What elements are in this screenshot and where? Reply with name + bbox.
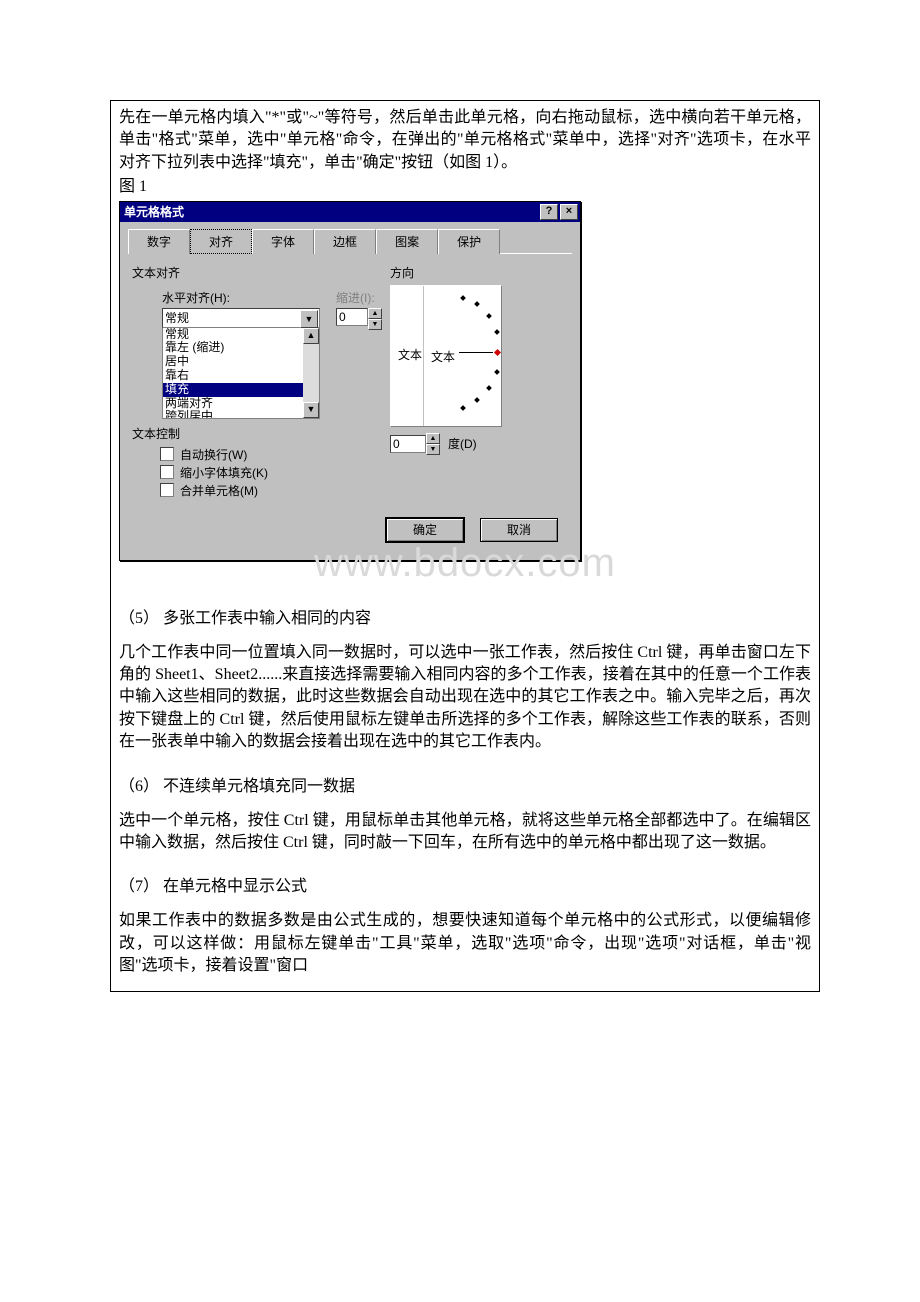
help-icon[interactable]: ? bbox=[540, 204, 558, 220]
orientation-preview[interactable]: 文本 文本 bbox=[390, 285, 502, 427]
degree-input[interactable]: 0 bbox=[390, 435, 426, 453]
dialog-titlebar[interactable]: 单元格格式 ? × bbox=[120, 202, 580, 222]
listbox-scrollbar[interactable]: ▲ ▼ bbox=[303, 328, 319, 418]
checkbox-label: 缩小字体填充(K) bbox=[180, 464, 268, 481]
tab-alignment[interactable]: 对齐 bbox=[190, 229, 252, 254]
tab-font[interactable]: 字体 bbox=[252, 229, 314, 254]
text-align-group-label: 文本对齐 bbox=[132, 264, 382, 281]
merge-cells-checkbox[interactable]: 合并单元格(M) bbox=[160, 482, 382, 499]
h-align-value: 常规 bbox=[165, 309, 189, 326]
h-align-combo[interactable]: 常规 ▼ 常规 靠左 (缩进) 居中 靠右 填充 bbox=[162, 308, 320, 419]
shrink-to-fit-checkbox[interactable]: 缩小字体填充(K) bbox=[160, 464, 382, 481]
checkbox-icon[interactable] bbox=[160, 447, 174, 461]
checkbox-icon[interactable] bbox=[160, 483, 174, 497]
scroll-up-icon[interactable]: ▲ bbox=[303, 328, 319, 344]
spin-up-icon[interactable]: ▲ bbox=[368, 308, 382, 319]
section-5-title: （5） 多张工作表中输入相同的内容 bbox=[119, 604, 811, 628]
checkbox-label: 自动换行(W) bbox=[180, 446, 247, 463]
section-5-body: 几个工作表中同一位置填入同一数据时，可以选中一张工作表，然后按住 Ctrl 键，… bbox=[119, 642, 811, 754]
indent-spinner[interactable]: ▲ ▼ bbox=[368, 308, 382, 330]
orientation-group-label: 方向 bbox=[390, 264, 568, 281]
checkbox-icon[interactable] bbox=[160, 465, 174, 479]
scroll-down-icon[interactable]: ▼ bbox=[303, 402, 319, 418]
orientation-dial-label: 文本 bbox=[431, 348, 455, 365]
cell-format-dialog: 单元格格式 ? × 数字 对齐 字体 边框 图案 保护 文本对齐 bbox=[119, 201, 581, 561]
section-7-body: 如果工作表中的数据多数是由公式生成的，想要快速知道每个单元格中的公式形式，以便编… bbox=[119, 910, 811, 977]
list-item[interactable]: 跨列居中 bbox=[163, 410, 319, 418]
chevron-down-icon[interactable]: ▼ bbox=[300, 310, 318, 328]
tab-pattern[interactable]: 图案 bbox=[376, 229, 438, 254]
watermark: www.bdocx.com bbox=[119, 541, 811, 586]
tab-number[interactable]: 数字 bbox=[128, 229, 190, 254]
intro-paragraph: 先在一单元格内填入"*"或"~"等符号，然后单击此单元格，向右拖动鼠标，选中横向… bbox=[119, 107, 811, 174]
degree-label: 度(D) bbox=[448, 435, 477, 452]
dialog-title: 单元格格式 bbox=[124, 203, 538, 220]
list-item[interactable]: 靠右 bbox=[163, 369, 319, 383]
wrap-text-checkbox[interactable]: 自动换行(W) bbox=[160, 446, 382, 463]
ok-button[interactable]: 确定 bbox=[386, 518, 464, 542]
tab-border[interactable]: 边框 bbox=[314, 229, 376, 254]
dialog-tabs: 数字 对齐 字体 边框 图案 保护 bbox=[128, 228, 572, 254]
spin-down-icon[interactable]: ▼ bbox=[426, 444, 440, 455]
indent-label: 缩进(I): bbox=[336, 289, 382, 306]
list-item[interactable]: 居中 bbox=[163, 355, 319, 369]
orientation-line-icon bbox=[459, 352, 493, 353]
cancel-button[interactable]: 取消 bbox=[480, 518, 558, 542]
h-align-listbox[interactable]: 常规 靠左 (缩进) 居中 靠右 填充 两端对齐 跨列居中 ▲ bbox=[162, 328, 320, 419]
orientation-vertical-text: 文本 bbox=[398, 349, 422, 362]
close-icon[interactable]: × bbox=[560, 204, 578, 220]
checkbox-label: 合并单元格(M) bbox=[180, 482, 258, 499]
tab-protection[interactable]: 保护 bbox=[438, 229, 500, 254]
spin-down-icon[interactable]: ▼ bbox=[368, 319, 382, 330]
indent-input[interactable]: 0 bbox=[336, 308, 368, 326]
figure-label: 图 1 bbox=[119, 176, 811, 198]
h-align-label: 水平对齐(H): bbox=[162, 289, 320, 306]
orientation-handle-icon[interactable] bbox=[494, 349, 501, 356]
text-control-group-label: 文本控制 bbox=[132, 425, 382, 442]
section-6-title: （6） 不连续单元格填充同一数据 bbox=[119, 772, 811, 796]
section-6-body: 选中一个单元格，按住 Ctrl 键，用鼠标单击其他单元格，就将这些单元格全部都选… bbox=[119, 810, 811, 855]
section-7-title: （7） 在单元格中显示公式 bbox=[119, 872, 811, 896]
list-item[interactable]: 填充 bbox=[163, 383, 319, 397]
degree-spinner[interactable]: ▲ ▼ bbox=[426, 433, 440, 455]
spin-up-icon[interactable]: ▲ bbox=[426, 433, 440, 444]
